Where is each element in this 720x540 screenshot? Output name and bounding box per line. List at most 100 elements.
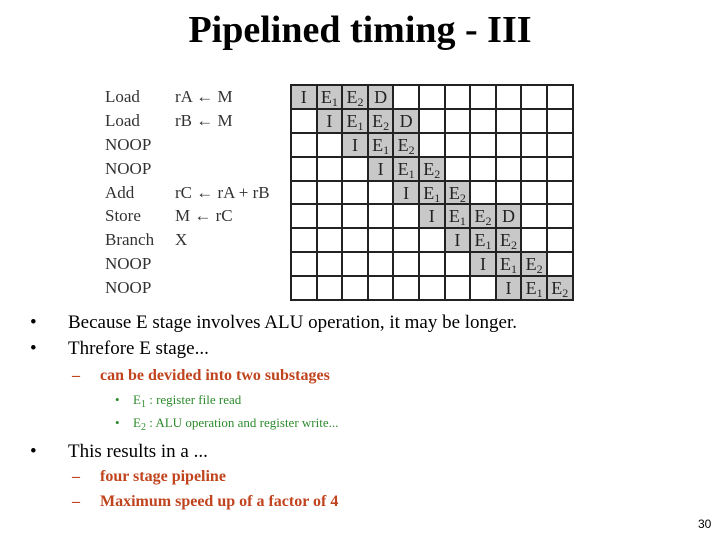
empty-cell <box>545 107 574 134</box>
grid-row: I E1 E2 <box>290 227 574 254</box>
instruction-list: Load rA ← M Load rB ← M NOOP NOOP Add rC ← rA +… <box>105 85 290 300</box>
empty-cell <box>341 155 369 182</box>
instruction-row: Load rA ← M <box>105 85 290 109</box>
empty-cell <box>520 155 548 182</box>
stage-label: E <box>133 392 141 407</box>
empty-cell <box>315 155 344 182</box>
grid-row: I E1 E2 <box>290 179 574 206</box>
page-number: 30 <box>698 517 712 531</box>
slide-title: Pipelined timing - III <box>188 9 532 51</box>
stage-label: E <box>133 415 141 430</box>
stage-cell: E1 <box>341 107 369 134</box>
instruction-opcode: Load <box>105 110 140 130</box>
empty-cell <box>417 107 446 134</box>
stage-cell: D <box>494 203 523 230</box>
instruction-opcode: NOOP <box>105 158 152 178</box>
stage-cell: E1 <box>469 227 497 254</box>
instruction-row: NOOP <box>105 157 290 181</box>
empty-cell <box>315 179 344 206</box>
stage-cell: E1 <box>520 275 548 302</box>
empty-cell <box>290 155 318 182</box>
stage-description: : register file read <box>145 392 242 407</box>
bullet-dot: • <box>115 392 120 407</box>
stage-cell: I <box>341 131 369 158</box>
empty-cell <box>520 227 548 254</box>
empty-cell <box>315 227 344 254</box>
empty-cell <box>290 251 318 278</box>
empty-cell <box>392 275 420 302</box>
empty-cell <box>520 203 548 230</box>
empty-cell <box>494 84 523 110</box>
empty-cell <box>545 251 574 278</box>
dash-marker: – <box>72 468 80 485</box>
stage-cell: E2 <box>443 179 472 206</box>
empty-cell <box>469 155 497 182</box>
stage-cell: I <box>392 179 420 206</box>
empty-cell <box>443 155 472 182</box>
empty-cell <box>469 84 497 110</box>
instruction-opcode: Add <box>105 182 135 202</box>
empty-cell <box>417 275 446 302</box>
empty-cell <box>392 227 420 254</box>
pipeline-timing-grid: I E1 E2 D I E1 E2 D I E1 E2 I E1 E2 I E1 E2 I E1 E2 D I E1 E2 I E… <box>290 84 574 302</box>
empty-cell <box>290 107 318 134</box>
instruction-row: NOOP <box>105 276 290 300</box>
stage-cell: D <box>366 84 395 110</box>
empty-cell <box>341 251 369 278</box>
stage-cell: I <box>417 203 446 230</box>
stage-cell: E2 <box>545 275 574 302</box>
grid-row: I E1 E2 <box>290 275 574 302</box>
empty-cell <box>494 107 523 134</box>
empty-cell <box>417 131 446 158</box>
instruction-row: NOOP <box>105 252 290 276</box>
empty-cell <box>417 84 446 110</box>
empty-cell <box>494 155 523 182</box>
empty-cell <box>392 203 420 230</box>
empty-cell <box>315 251 344 278</box>
empty-cell <box>469 275 497 302</box>
instruction-operands: X <box>175 230 188 250</box>
instruction-opcode: NOOP <box>105 134 152 154</box>
empty-cell <box>290 203 318 230</box>
stage-cell: I <box>443 227 472 254</box>
sub-sub-bullet-text: E1 : register file read <box>133 392 241 410</box>
empty-cell <box>494 131 523 158</box>
stage-cell: E1 <box>392 155 420 182</box>
stage-cell: E1 <box>494 251 523 278</box>
empty-cell <box>545 131 574 158</box>
instruction-row: Branch X <box>105 228 290 252</box>
empty-cell <box>443 275 472 302</box>
instruction-opcode: Load <box>105 87 140 106</box>
empty-cell <box>469 179 497 206</box>
empty-cell <box>417 227 446 254</box>
instruction-opcode: NOOP <box>105 278 152 298</box>
instruction-operands: rC ← rA + rB <box>175 182 270 202</box>
empty-cell <box>341 203 369 230</box>
empty-cell <box>366 227 395 254</box>
stage-cell: E2 <box>392 131 420 158</box>
stage-cell: E2 <box>417 155 446 182</box>
sub-bullet-text: Maximum speed up of a factor of 4 <box>100 493 339 510</box>
empty-cell <box>443 131 472 158</box>
stage-cell: E1 <box>315 84 344 110</box>
empty-cell <box>520 84 548 110</box>
stage-cell: E2 <box>520 251 548 278</box>
dash-marker: – <box>72 493 80 510</box>
stage-cell: I <box>469 251 497 278</box>
empty-cell <box>366 275 395 302</box>
empty-cell <box>341 227 369 254</box>
dash-marker: – <box>72 367 80 384</box>
instruction-opcode: Store <box>105 206 141 226</box>
stage-cell: D <box>392 107 420 134</box>
instruction-row: Load rB ← M <box>105 109 290 133</box>
empty-cell <box>290 227 318 254</box>
instruction-operands: rA ← M <box>175 87 233 106</box>
stage-cell: I <box>494 275 523 302</box>
grid-row: I E1 E2 D <box>290 203 574 230</box>
stage-cell: I <box>290 84 318 110</box>
grid-row: I E1 E2 D <box>290 107 574 134</box>
empty-cell <box>494 179 523 206</box>
bullet-dot: • <box>30 338 37 359</box>
sub-bullet-text: can be devided into two substages <box>100 367 330 384</box>
stage-description: : ALU operation and register write... <box>145 415 339 430</box>
